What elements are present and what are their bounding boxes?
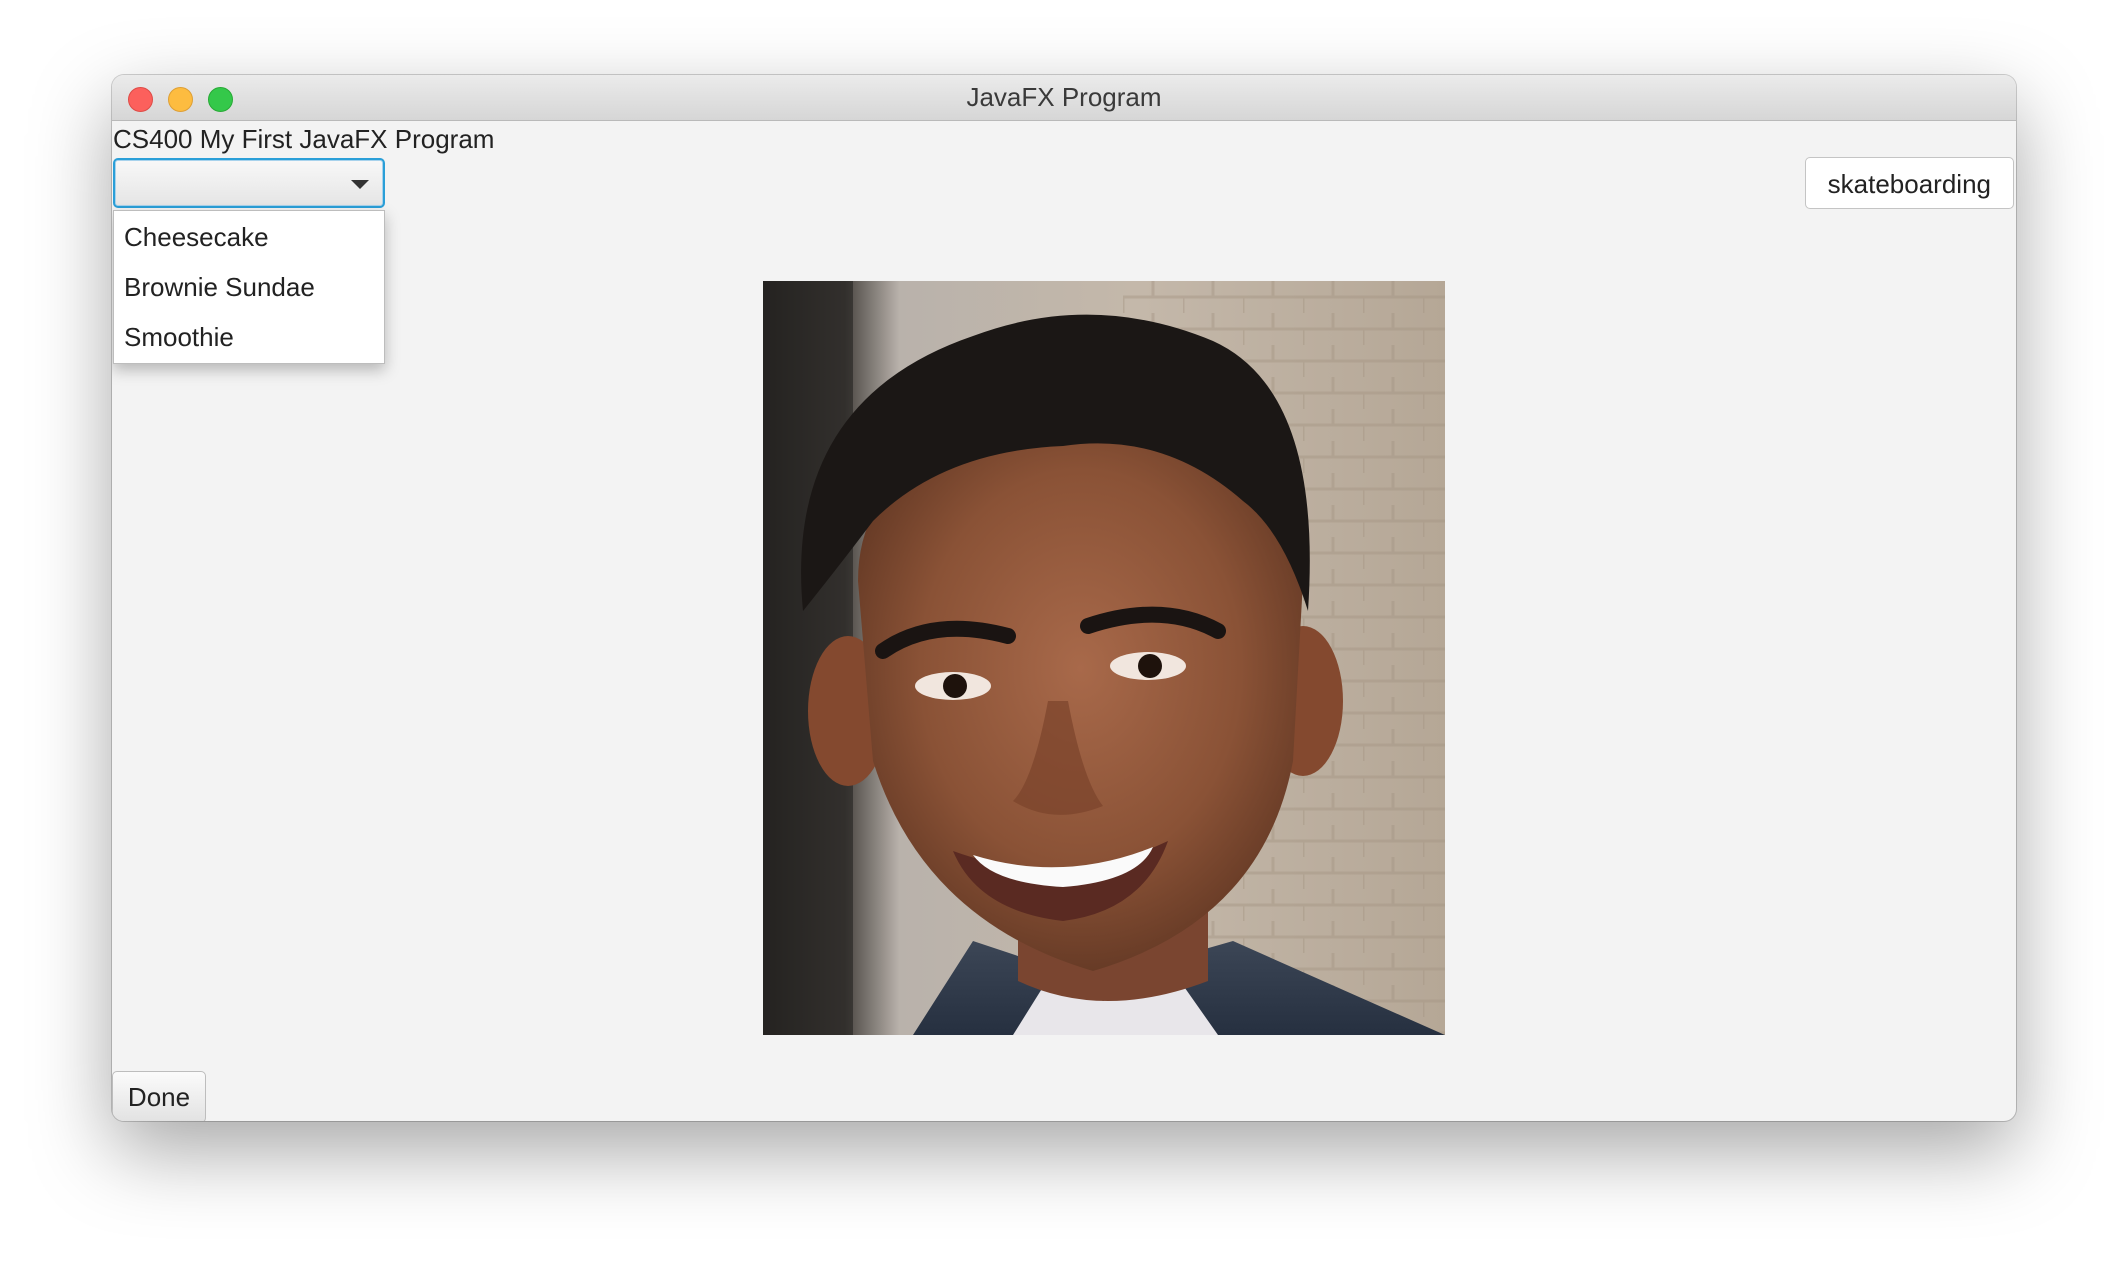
done-button[interactable]: Done [112, 1071, 206, 1121]
program-heading: CS400 My First JavaFX Program [113, 124, 495, 154]
app-window: JavaFX Program CS400 My First JavaFX Pro… [112, 75, 2016, 1121]
dropdown-option-smoothie[interactable]: Smoothie [114, 312, 384, 362]
chevron-down-icon[interactable] [351, 180, 369, 189]
dropdown-option-cheesecake[interactable]: Cheesecake [114, 212, 384, 262]
window-content: CS400 My First JavaFX Program Cheesecake… [112, 121, 2016, 1121]
title-bar[interactable]: JavaFX Program [112, 75, 2016, 121]
portrait-photo [763, 281, 1445, 1035]
dessert-combo-box[interactable] [113, 158, 385, 208]
window-title: JavaFX Program [966, 82, 1162, 112]
combo-dropdown-list: Cheesecake Brownie Sundae Smoothie [113, 210, 385, 364]
skateboarding-button[interactable]: skateboarding [1804, 157, 2014, 209]
dropdown-option-brownie-sundae[interactable]: Brownie Sundae [114, 262, 384, 312]
